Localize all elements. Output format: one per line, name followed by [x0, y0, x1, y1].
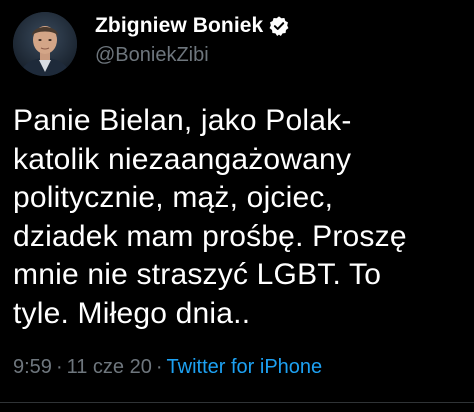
- tweet-card: Zbigniew Boniek @BoniekZibi Panie Bielan…: [0, 0, 474, 412]
- separator-dot: ·: [55, 356, 63, 378]
- author-block: Zbigniew Boniek @BoniekZibi: [95, 12, 290, 67]
- divider: [0, 402, 474, 403]
- source-app-link[interactable]: Twitter for iPhone: [167, 356, 323, 378]
- tweet-metadata: 9:59 · 11 cze 20 · Twitter for iPhone: [13, 356, 322, 379]
- tweet-body-text: Panie Bielan, jako Polak- katolik niezaa…: [13, 104, 407, 330]
- separator-dot: ·: [155, 356, 163, 378]
- avatar[interactable]: [13, 12, 77, 76]
- name-row: Zbigniew Boniek: [95, 12, 290, 40]
- tweet-date[interactable]: 11 cze 20: [67, 356, 152, 378]
- tweet-time[interactable]: 9:59: [13, 356, 52, 378]
- verified-badge-icon: [268, 15, 290, 37]
- display-name[interactable]: Zbigniew Boniek: [95, 14, 263, 38]
- username-handle[interactable]: @BoniekZibi: [95, 44, 290, 67]
- profile-photo-image: [13, 12, 77, 76]
